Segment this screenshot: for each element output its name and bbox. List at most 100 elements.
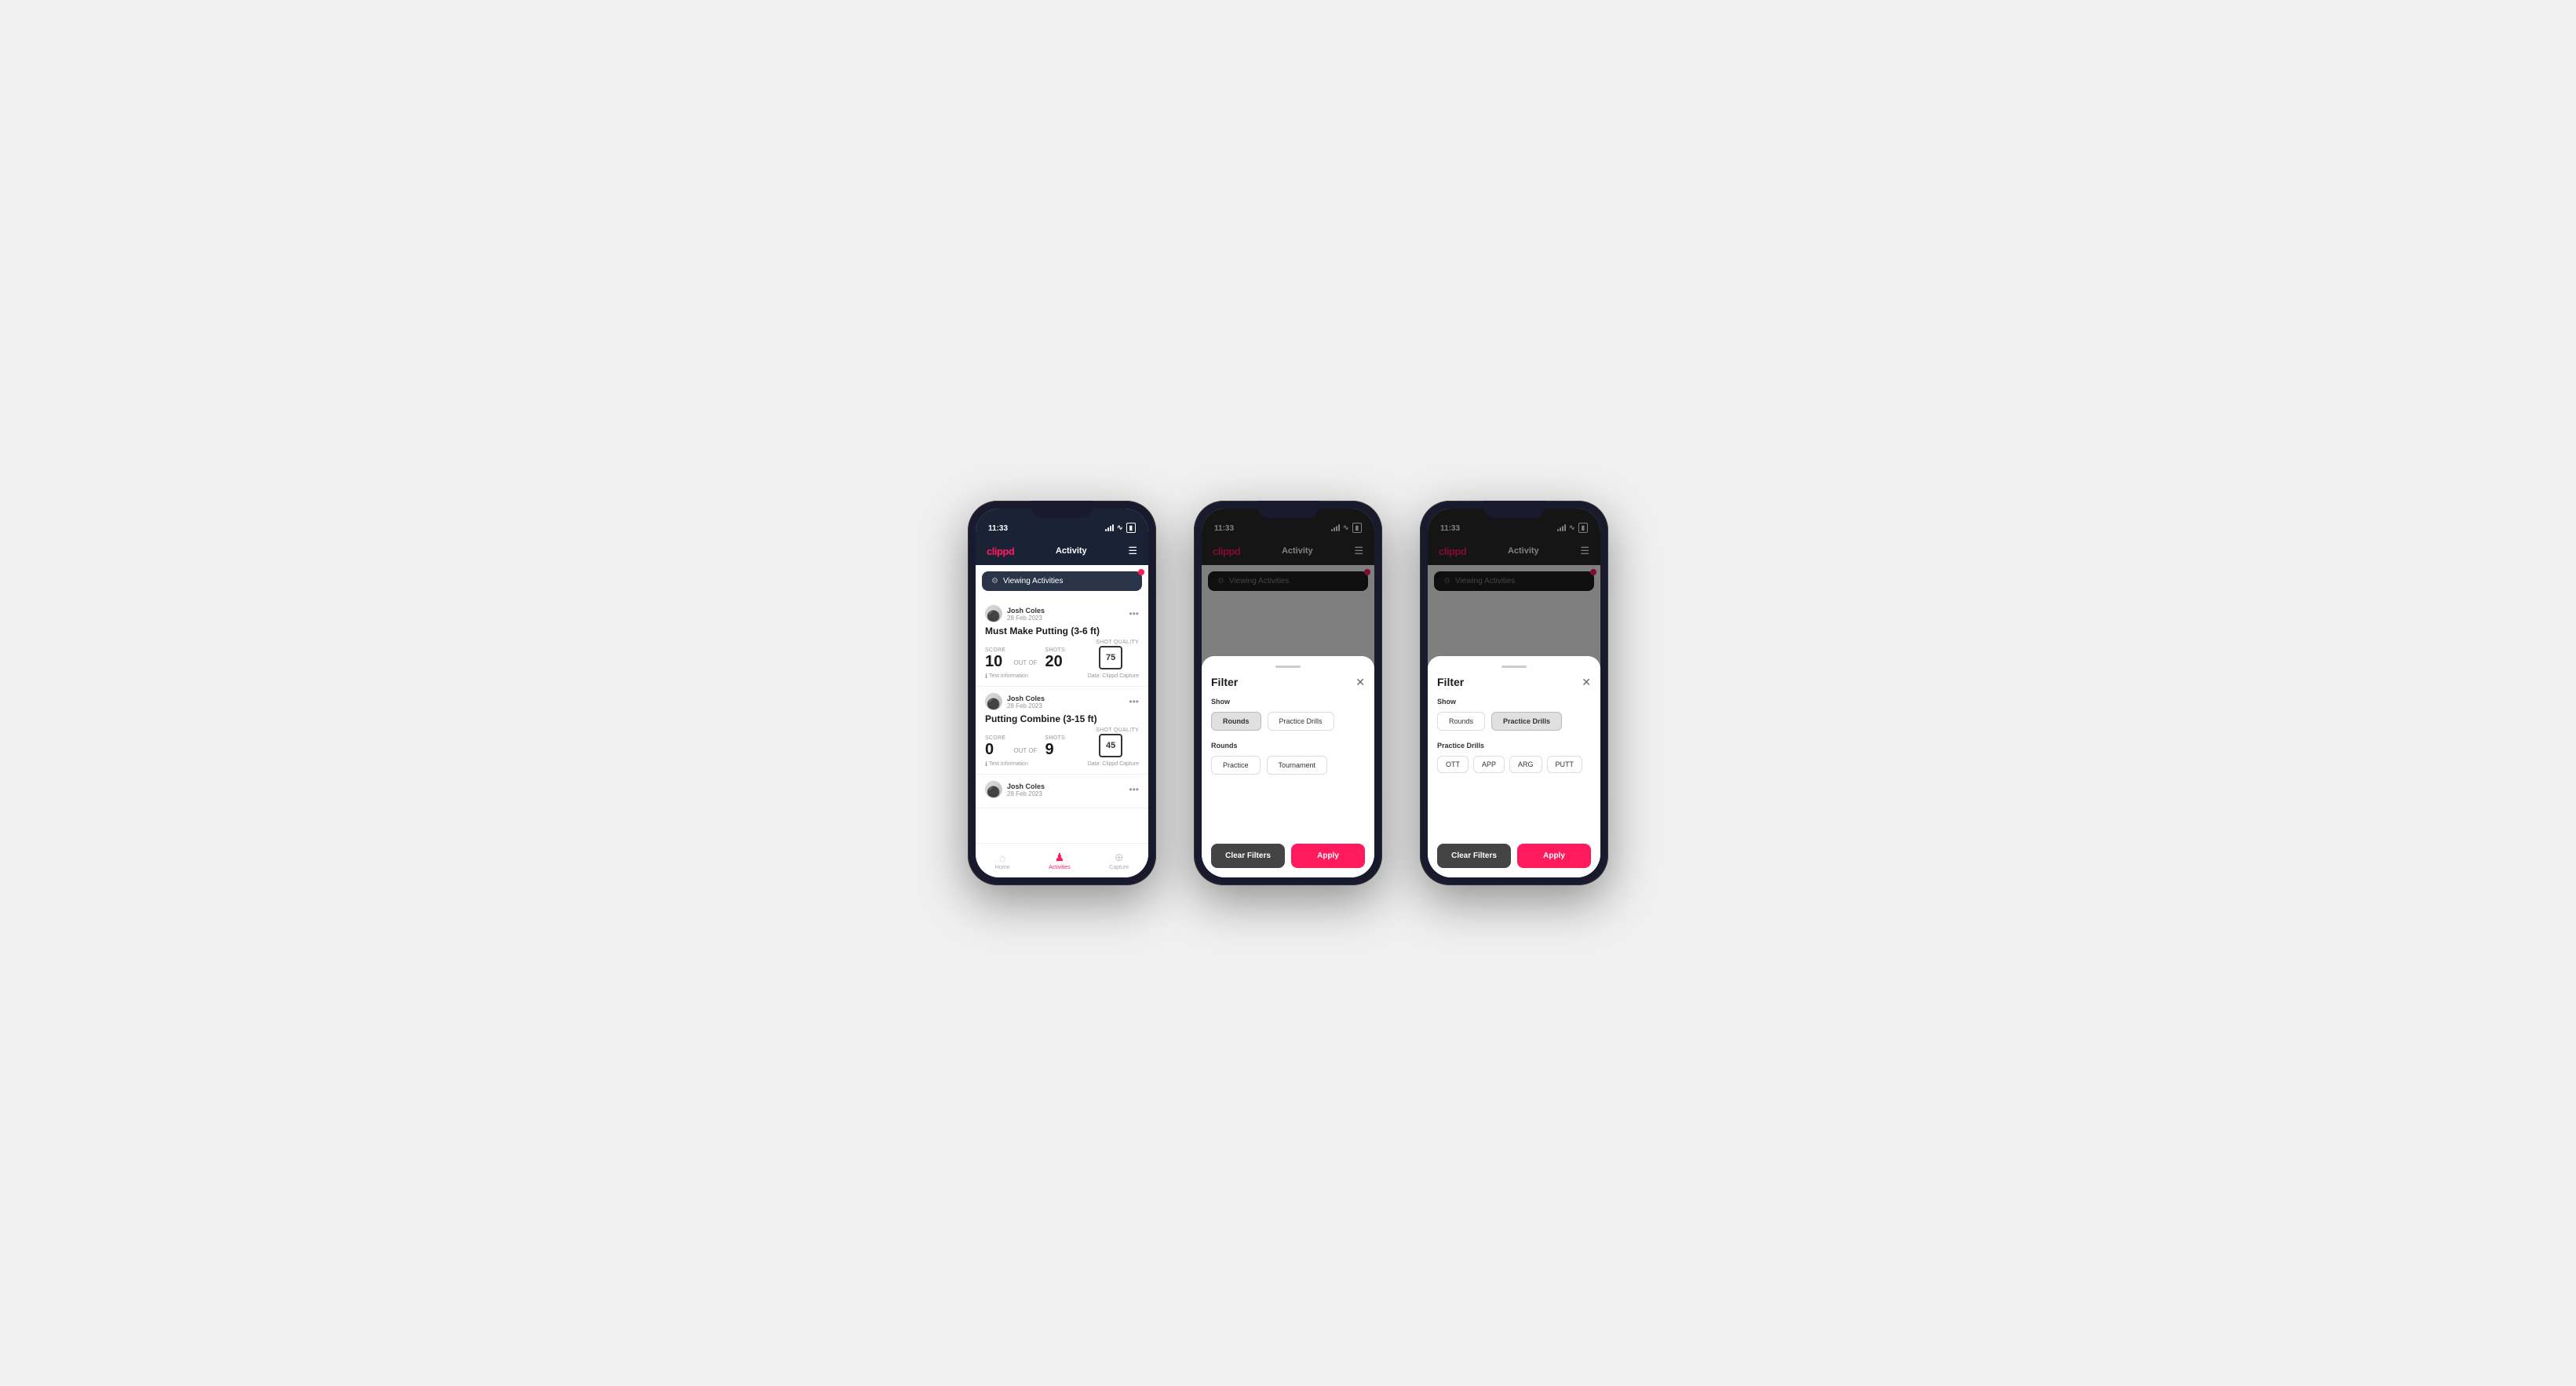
user-info-3: ⚫ Josh Coles 28 Feb 2023 xyxy=(985,781,1045,798)
score-value-2: 0 xyxy=(985,742,1005,757)
hamburger-icon-1[interactable]: ☰ xyxy=(1128,545,1137,557)
capture-label-1: Capture xyxy=(1109,865,1129,870)
filter-overlay-3: Filter ✕ Show Rounds Practice Drills Pra… xyxy=(1428,509,1600,877)
avatar-3: ⚫ xyxy=(985,781,1002,798)
sheet-handle-2 xyxy=(1275,666,1301,668)
rounds-btn-3[interactable]: Rounds xyxy=(1437,712,1485,731)
clear-filters-btn-2[interactable]: Clear Filters xyxy=(1211,844,1285,868)
score-label-2: Score xyxy=(985,735,1005,741)
user-info-1: ⚫ Josh Coles 28 Feb 2023 xyxy=(985,605,1045,622)
show-label-2: Show xyxy=(1211,698,1365,706)
signal-icon xyxy=(1105,524,1114,531)
quality-group-2: Shot Quality 45 xyxy=(1096,728,1139,757)
bottom-nav-1: ⌂ Home ♟ Activities ⊕ Capture xyxy=(976,843,1148,877)
more-dots-3[interactable]: ••• xyxy=(1129,784,1139,795)
card-footer-2: ℹ Test Information Data: Clippd Capture xyxy=(985,760,1139,768)
filter-sheet-3: Filter ✕ Show Rounds Practice Drills Pra… xyxy=(1428,656,1600,877)
filter-icon-1: ⚙ xyxy=(991,577,998,585)
activity-card-2: ⚫ Josh Coles 28 Feb 2023 ••• Putting Com… xyxy=(976,687,1148,775)
avatar-1: ⚫ xyxy=(985,605,1002,622)
filter-actions-3: Clear Filters Apply xyxy=(1437,844,1591,868)
home-icon-1: ⌂ xyxy=(999,852,1005,864)
card-footer-right-2: Data: Clippd Capture xyxy=(1088,760,1139,768)
filter-overlay-2: Filter ✕ Show Rounds Practice Drills Rou… xyxy=(1202,509,1374,877)
capture-icon-1: ⊕ xyxy=(1115,851,1124,864)
activities-icon-1: ♟ xyxy=(1055,851,1065,864)
status-icons-1: ∿ ▮ xyxy=(1105,523,1136,533)
sheet-handle-3 xyxy=(1501,666,1527,668)
practice-drills-btn-2[interactable]: Practice Drills xyxy=(1268,712,1334,731)
practice-drills-label-3: Practice Drills xyxy=(1437,742,1591,750)
notch-1 xyxy=(1031,501,1093,518)
card-title-2: Putting Combine (3-15 ft) xyxy=(985,713,1139,724)
clear-filters-btn-3[interactable]: Clear Filters xyxy=(1437,844,1511,868)
shots-value-1: 20 xyxy=(1045,654,1065,669)
more-dots-1[interactable]: ••• xyxy=(1129,608,1139,619)
notch-3 xyxy=(1483,501,1545,518)
phone-3: 11:33 ∿ ▮ clippd Activity ☰ xyxy=(1420,501,1608,885)
card-title-1: Must Make Putting (3-6 ft) xyxy=(985,626,1139,636)
score-group-2: Score 0 xyxy=(985,735,1005,757)
filter-actions-2: Clear Filters Apply xyxy=(1211,844,1365,868)
sheet-header-3: Filter ✕ xyxy=(1437,676,1591,688)
user-details-2: Josh Coles 28 Feb 2023 xyxy=(1007,695,1045,709)
wifi-icon: ∿ xyxy=(1117,523,1123,532)
shots-label-1: Shots xyxy=(1045,647,1065,653)
quality-label-2: Shot Quality xyxy=(1096,728,1139,733)
home-label-1: Home xyxy=(995,865,1010,870)
quality-badge-2: 45 xyxy=(1099,734,1122,757)
filter-title-3: Filter xyxy=(1437,676,1464,688)
user-date-2: 28 Feb 2023 xyxy=(1007,702,1045,709)
filter-sheet-2: Filter ✕ Show Rounds Practice Drills Rou… xyxy=(1202,656,1374,877)
show-label-3: Show xyxy=(1437,698,1591,706)
more-dots-2[interactable]: ••• xyxy=(1129,696,1139,707)
viewing-banner-text-1: Viewing Activities xyxy=(1003,577,1064,585)
practice-round-btn-2[interactable]: Practice xyxy=(1211,756,1261,775)
nav-item-activities-1[interactable]: ♟ Activities xyxy=(1049,851,1071,870)
chip-ott-3[interactable]: OTT xyxy=(1437,756,1469,773)
out-of-1: OUT OF xyxy=(1013,659,1037,669)
shots-label-2: Shots xyxy=(1045,735,1065,741)
nav-item-capture-1[interactable]: ⊕ Capture xyxy=(1109,851,1129,870)
show-toggle-2: Rounds Practice Drills xyxy=(1211,712,1365,731)
activity-card-1: ⚫ Josh Coles 28 Feb 2023 ••• Must Make P… xyxy=(976,599,1148,687)
apply-btn-2[interactable]: Apply xyxy=(1291,844,1365,868)
user-date-1: 28 Feb 2023 xyxy=(1007,615,1045,622)
close-btn-3[interactable]: ✕ xyxy=(1582,677,1591,688)
shots-value-2: 9 xyxy=(1045,742,1065,757)
banner-dot-1 xyxy=(1138,569,1144,575)
notch-2 xyxy=(1257,501,1319,518)
practice-chips-3: OTT APP ARG PUTT xyxy=(1437,756,1591,773)
user-details-3: Josh Coles 28 Feb 2023 xyxy=(1007,782,1045,797)
status-time-1: 11:33 xyxy=(988,524,1008,533)
phone-2: 11:33 ∿ ▮ clippd Activity ☰ xyxy=(1194,501,1382,885)
card-stats-2: Score 0 OUT OF Shots 9 Shot Quality 45 xyxy=(985,728,1139,757)
phone-1: 11:33 ∿ ▮ clippd Activity ☰ xyxy=(968,501,1156,885)
quality-badge-1: 75 xyxy=(1099,646,1122,669)
activity-card-3: ⚫ Josh Coles 28 Feb 2023 ••• xyxy=(976,775,1148,808)
user-date-3: 28 Feb 2023 xyxy=(1007,790,1045,797)
logo-1: clippd xyxy=(987,545,1014,557)
practice-drills-btn-3[interactable]: Practice Drills xyxy=(1491,712,1562,731)
apply-btn-3[interactable]: Apply xyxy=(1517,844,1591,868)
score-group-1: Score 10 xyxy=(985,647,1005,669)
card-stats-1: Score 10 OUT OF Shots 20 Shot Quality 75 xyxy=(985,640,1139,669)
chip-arg-3[interactable]: ARG xyxy=(1509,756,1542,773)
score-value-1: 10 xyxy=(985,654,1005,669)
viewing-banner-1[interactable]: ⚙ Viewing Activities xyxy=(982,571,1142,591)
quality-label-1: Shot Quality xyxy=(1096,640,1139,645)
score-label-1: Score xyxy=(985,647,1005,653)
chip-putt-3[interactable]: PUTT xyxy=(1547,756,1583,773)
card-footer-left-2: ℹ Test Information xyxy=(985,760,1028,768)
tournament-btn-2[interactable]: Tournament xyxy=(1267,756,1328,775)
filter-title-2: Filter xyxy=(1211,676,1238,688)
activities-label-1: Activities xyxy=(1049,865,1071,870)
nav-item-home-1[interactable]: ⌂ Home xyxy=(995,852,1010,870)
card-footer-left-1: ℹ Test Information xyxy=(985,673,1028,680)
chip-app-3[interactable]: APP xyxy=(1473,756,1505,773)
rounds-btn-2[interactable]: Rounds xyxy=(1211,712,1261,731)
user-info-2: ⚫ Josh Coles 28 Feb 2023 xyxy=(985,693,1045,710)
close-btn-2[interactable]: ✕ xyxy=(1356,677,1365,688)
user-details-1: Josh Coles 28 Feb 2023 xyxy=(1007,607,1045,622)
card-header-1: ⚫ Josh Coles 28 Feb 2023 ••• xyxy=(985,605,1139,622)
